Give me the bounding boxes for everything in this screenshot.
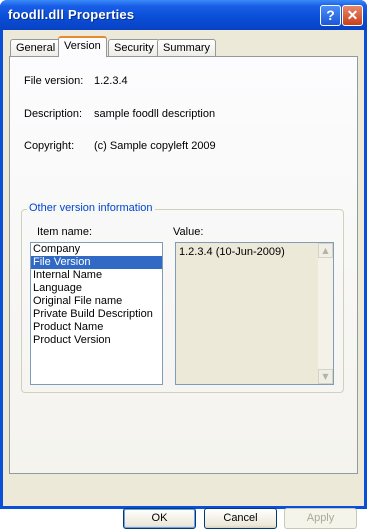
- title-bar[interactable]: foodll.dll Properties ? ✕: [0, 0, 367, 30]
- help-button[interactable]: ?: [320, 5, 341, 26]
- value-textbox[interactable]: 1.2.3.4 (10-Jun-2009) ▲ ▼: [175, 242, 334, 385]
- copyright-value: (c) Sample copyleft 2009: [94, 140, 216, 152]
- tab-general[interactable]: General: [10, 39, 62, 57]
- group-title: Other version information: [27, 202, 155, 214]
- tab-security[interactable]: Security: [108, 39, 160, 57]
- cancel-button[interactable]: Cancel: [204, 508, 277, 529]
- item-name-label: Item name:: [37, 226, 93, 238]
- value-label: Value:: [173, 226, 204, 238]
- list-item-product-version[interactable]: Product Version: [31, 334, 162, 347]
- copyright-label: Copyright:: [24, 140, 75, 152]
- list-item-original-file-name[interactable]: Original File name: [31, 295, 162, 308]
- file-version-label: File version:: [24, 75, 84, 87]
- list-item-internal-name[interactable]: Internal Name: [31, 269, 162, 282]
- version-tab-panel: File version: 1.2.3.4 Description: sampl…: [9, 56, 358, 474]
- ok-button[interactable]: OK: [123, 508, 196, 529]
- value-scrollbar[interactable]: ▲ ▼: [318, 243, 333, 384]
- value-text[interactable]: 1.2.3.4 (10-Jun-2009): [179, 246, 285, 258]
- description-value: sample foodll description: [94, 108, 216, 120]
- tab-summary[interactable]: Summary: [157, 39, 217, 57]
- list-item-product-name[interactable]: Product Name: [31, 321, 162, 334]
- dialog-client-area: General Version Security Summary File ve…: [3, 30, 364, 529]
- properties-dialog: foodll.dll Properties ? ✕ General Versio…: [0, 0, 367, 529]
- description-label: Description:: [24, 108, 83, 120]
- list-item-private-build-description[interactable]: Private Build Description: [31, 308, 162, 321]
- tab-version[interactable]: Version: [58, 36, 107, 57]
- file-version-value: 1.2.3.4: [94, 75, 128, 87]
- list-item-file-version[interactable]: File Version: [31, 256, 162, 269]
- window-title: foodll.dll Properties: [8, 7, 135, 22]
- scroll-down-arrow-icon[interactable]: ▼: [318, 369, 333, 384]
- scroll-up-arrow-icon[interactable]: ▲: [318, 243, 333, 258]
- close-button[interactable]: ✕: [342, 5, 363, 26]
- close-icon: ✕: [346, 7, 359, 23]
- apply-button[interactable]: Apply: [284, 508, 357, 529]
- item-name-listbox[interactable]: Company File Version Internal Name Langu…: [30, 242, 163, 385]
- help-icon: ?: [326, 7, 335, 23]
- list-item-language[interactable]: Language: [31, 282, 162, 295]
- list-item-company[interactable]: Company: [31, 243, 162, 256]
